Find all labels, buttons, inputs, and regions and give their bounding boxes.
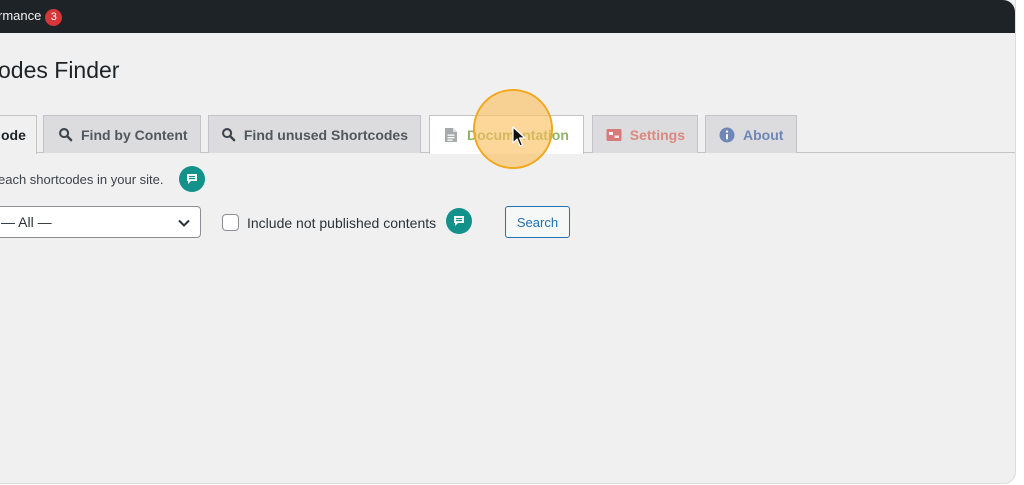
admin-bar: rmance 3 bbox=[0, 0, 1015, 33]
help-icon[interactable] bbox=[179, 166, 205, 192]
tab-label: Find by Content bbox=[81, 126, 188, 143]
notification-badge: 3 bbox=[45, 8, 63, 26]
help-icon[interactable] bbox=[446, 208, 472, 234]
search-icon bbox=[221, 126, 237, 144]
post-type-select[interactable]: — All — bbox=[0, 206, 201, 238]
tab-find-unused-shortcodes[interactable]: Find unused Shortcodes bbox=[208, 115, 421, 153]
admin-bar-menu-label: rmance bbox=[0, 7, 42, 23]
mouse-cursor-icon bbox=[512, 126, 526, 153]
document-icon bbox=[442, 126, 460, 144]
app-frame: rmance 3 odes Finder ode Find by Content … bbox=[0, 0, 1016, 484]
tab-about[interactable]: About bbox=[705, 115, 797, 153]
page-title: odes Finder bbox=[0, 57, 120, 83]
tab-settings[interactable]: Settings bbox=[592, 115, 698, 153]
tab-label: Find unused Shortcodes bbox=[243, 126, 408, 143]
tab-label: ode bbox=[1, 127, 26, 143]
admin-bar-menu-item[interactable]: rmance 3 bbox=[0, 7, 63, 26]
settings-icon bbox=[605, 126, 623, 144]
include-unpublished-label[interactable]: Include not published contents bbox=[247, 215, 436, 231]
tab-by-shortcode[interactable]: ode bbox=[0, 115, 37, 154]
search-icon bbox=[56, 126, 74, 144]
search-button[interactable]: Search bbox=[505, 206, 570, 238]
info-icon bbox=[718, 126, 736, 144]
chevron-down-icon bbox=[177, 216, 191, 233]
page-description: each shortcodes in your site. bbox=[0, 172, 164, 187]
tab-label: Settings bbox=[629, 126, 685, 143]
select-value: — All — bbox=[1, 214, 52, 230]
include-unpublished-checkbox[interactable] bbox=[222, 214, 239, 231]
tab-find-by-content[interactable]: Find by Content bbox=[43, 115, 201, 153]
tab-label: About bbox=[743, 126, 784, 143]
